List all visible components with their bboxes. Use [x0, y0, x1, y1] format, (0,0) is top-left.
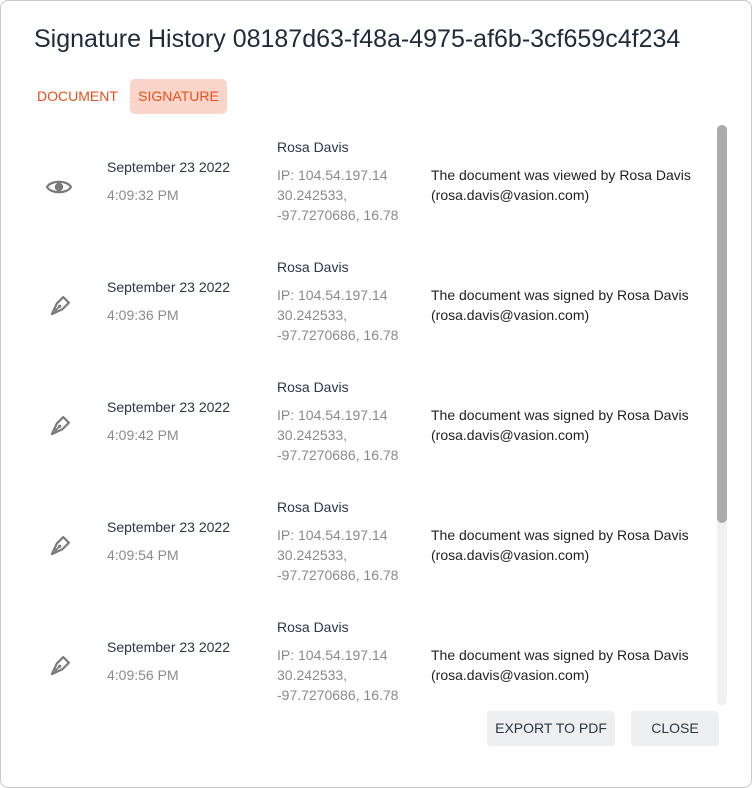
entry-location: 30.242533,	[277, 427, 348, 443]
entry-email: (rosa.davis@vasion.com)	[431, 307, 590, 323]
entry-description: The document was signed by Rosa Davis	[431, 287, 689, 303]
entry-location: -97.7270686, 16.78	[277, 687, 399, 703]
entry-location: 30.242533,	[277, 307, 348, 323]
tab-document[interactable]: DOCUMENT	[31, 79, 124, 114]
history-entry: September 23 2022 4:09:56 PM Rosa Davis …	[1, 605, 717, 705]
pen-icon	[50, 536, 70, 556]
entry-description: The document was signed by Rosa Davis	[431, 407, 689, 423]
entry-time: 4:09:42 PM	[107, 427, 179, 443]
history-entry: September 23 2022 4:09:32 PM Rosa Davis …	[1, 125, 717, 245]
entry-email: (rosa.davis@vasion.com)	[431, 187, 590, 203]
entry-ip: IP: 104.54.197.14	[277, 527, 388, 543]
entry-time: 4:09:32 PM	[107, 187, 179, 203]
entry-location: -97.7270686, 16.78	[277, 447, 399, 463]
entry-ip: IP: 104.54.197.14	[277, 167, 388, 183]
entry-time: 4:09:56 PM	[107, 667, 179, 683]
entry-signer-name: Rosa Davis	[277, 139, 349, 155]
entry-date: September 23 2022	[107, 519, 230, 535]
signature-history-list: September 23 2022 4:09:32 PM Rosa Davis …	[1, 125, 717, 705]
entry-signer-name: Rosa Davis	[277, 379, 349, 395]
eye-icon	[45, 180, 73, 194]
entry-ip: IP: 104.54.197.14	[277, 287, 388, 303]
entry-signer-name: Rosa Davis	[277, 499, 349, 515]
entry-email: (rosa.davis@vasion.com)	[431, 667, 590, 683]
export-to-pdf-button[interactable]: EXPORT TO PDF	[487, 711, 615, 746]
entry-location: 30.242533,	[277, 667, 348, 683]
entry-description: The document was signed by Rosa Davis	[431, 647, 689, 663]
list-scrollbar[interactable]	[717, 125, 727, 705]
pen-icon	[50, 296, 70, 316]
entry-location: 30.242533,	[277, 547, 348, 563]
entry-location: -97.7270686, 16.78	[277, 207, 399, 223]
entry-email: (rosa.davis@vasion.com)	[431, 547, 590, 563]
close-button[interactable]: CLOSE	[631, 711, 719, 746]
entry-signer-name: Rosa Davis	[277, 259, 349, 275]
entry-date: September 23 2022	[107, 639, 230, 655]
entry-date: September 23 2022	[107, 399, 230, 415]
entry-date: September 23 2022	[107, 159, 230, 175]
history-entry: September 23 2022 4:09:54 PM Rosa Davis …	[1, 485, 717, 605]
signature-history-dialog: Signature History 08187d63-f48a-4975-af6…	[0, 0, 752, 788]
entry-location: 30.242533,	[277, 187, 348, 203]
scrollbar-thumb[interactable]	[717, 125, 727, 523]
tab-signature[interactable]: SIGNATURE	[130, 79, 227, 114]
entry-location: -97.7270686, 16.78	[277, 327, 399, 343]
entry-description: The document was viewed by Rosa Davis	[431, 167, 691, 183]
entry-ip: IP: 104.54.197.14	[277, 407, 388, 423]
entry-email: (rosa.davis@vasion.com)	[431, 427, 590, 443]
entry-location: -97.7270686, 16.78	[277, 567, 399, 583]
history-entry: September 23 2022 4:09:42 PM Rosa Davis …	[1, 365, 717, 485]
pen-icon	[50, 416, 70, 436]
entry-time: 4:09:54 PM	[107, 547, 179, 563]
dialog-title: Signature History 08187d63-f48a-4975-af6…	[34, 25, 681, 53]
entry-signer-name: Rosa Davis	[277, 619, 349, 635]
entry-date: September 23 2022	[107, 279, 230, 295]
pen-icon	[50, 656, 70, 676]
entry-time: 4:09:36 PM	[107, 307, 179, 323]
history-entry: September 23 2022 4:09:36 PM Rosa Davis …	[1, 245, 717, 365]
entry-ip: IP: 104.54.197.14	[277, 647, 388, 663]
entry-description: The document was signed by Rosa Davis	[431, 527, 689, 543]
